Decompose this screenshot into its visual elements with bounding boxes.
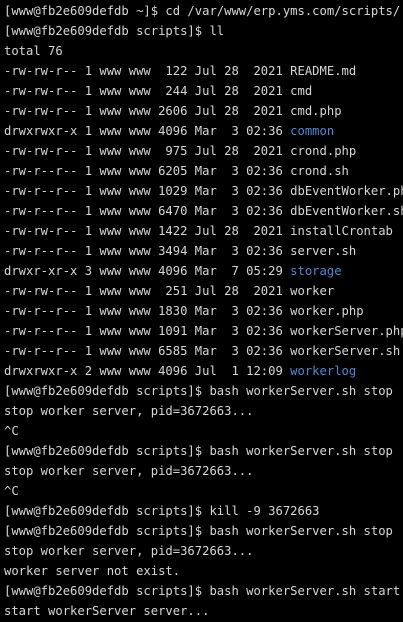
- prompt-text: [www@fb2e609defdb scripts]$ bash workerS…: [4, 584, 401, 598]
- prompt-line: [www@fb2e609defdb scripts]$ bash workerS…: [4, 581, 403, 601]
- directory-name: workerlog: [290, 364, 357, 378]
- output-text: ^C: [4, 484, 19, 498]
- output-text: worker server not exist.: [4, 564, 181, 578]
- file-name: dbEventWorker.php: [290, 184, 403, 198]
- listing-meta: -rw-rw-r-- 1 www www 251 Jul 28 2021: [4, 284, 291, 298]
- prompt-text: [www@fb2e609defdb scripts]$ bash workerS…: [4, 524, 393, 538]
- output-text: total 76: [4, 44, 63, 58]
- prompt-line: [www@fb2e609defdb scripts]$ bash workerS…: [4, 521, 403, 541]
- listing-row: -rw-r--r-- 1 www www 6585 Mar 3 02:36 wo…: [4, 341, 403, 361]
- file-name: cmd.php: [290, 104, 342, 118]
- listing-row: -rw-r--r-- 1 www www 6205 Mar 3 02:36 cr…: [4, 161, 403, 181]
- prompt-text: [www@fb2e609defdb ~]$ cd /var/www/erp.ym…: [4, 4, 401, 18]
- output-line: total 76: [4, 41, 403, 61]
- listing-meta: -rw-rw-r-- 1 www www 2606 Jul 28 2021: [4, 104, 291, 118]
- output-line: stop worker server, pid=3672663...: [4, 401, 403, 421]
- output-line: ^C: [4, 481, 403, 501]
- prompt-line: [www@fb2e609defdb ~]$ cd /var/www/erp.ym…: [4, 1, 403, 21]
- output-text: start workerServer server...: [4, 604, 210, 618]
- listing-row: -rw-rw-r-- 1 www www 244 Jul 28 2021 cmd: [4, 81, 403, 101]
- terminal-output: [www@fb2e609defdb ~]$ cd /var/www/erp.ym…: [4, 1, 403, 621]
- prompt-line: [www@fb2e609defdb scripts]$ bash workerS…: [4, 441, 403, 461]
- listing-meta: drwxrwxr-x 1 www www 4096 Mar 3 02:36: [4, 124, 291, 138]
- output-line: ^C: [4, 421, 403, 441]
- prompt-text: [www@fb2e609defdb scripts]$ bash workerS…: [4, 444, 393, 458]
- listing-meta: drwxrwxr-x 2 www www 4096 Jul 1 12:09: [4, 364, 291, 378]
- listing-meta: -rw-r--r-- 1 www www 6205 Mar 3 02:36: [4, 164, 291, 178]
- listing-row: -rw-r--r-- 1 www www 1029 Mar 3 02:36 db…: [4, 181, 403, 201]
- listing-row: -rw-r--r-- 1 www www 1830 Mar 3 02:36 wo…: [4, 301, 403, 321]
- prompt-line: [www@fb2e609defdb scripts]$ bash workerS…: [4, 381, 403, 401]
- output-line: stop worker server, pid=3672663...: [4, 461, 403, 481]
- file-name: workerServer.php: [290, 324, 403, 338]
- listing-row: -rw-r--r-- 1 www www 3494 Mar 3 02:36 se…: [4, 241, 403, 261]
- prompt-line: [www@fb2e609defdb scripts]$ kill -9 3672…: [4, 501, 403, 521]
- prompt-text: [www@fb2e609defdb scripts]$ bash workerS…: [4, 384, 393, 398]
- output-text: ^C: [4, 424, 19, 438]
- output-line: stop worker server, pid=3672663...: [4, 541, 403, 561]
- listing-row: drwxr-xr-x 3 www www 4096 Mar 7 05:29 st…: [4, 261, 403, 281]
- listing-meta: -rw-rw-r-- 1 www www 1422 Jul 28 2021: [4, 224, 291, 238]
- prompt-text: [www@fb2e609defdb scripts]$ kill -9 3672…: [4, 504, 320, 518]
- listing-row: -rw-r--r-- 1 www www 1091 Mar 3 02:36 wo…: [4, 321, 403, 341]
- listing-meta: drwxr-xr-x 3 www www 4096 Mar 7 05:29: [4, 264, 291, 278]
- output-line: start workerServer server...: [4, 601, 403, 621]
- file-name: workerServer.sh: [290, 344, 401, 358]
- listing-row: -rw-rw-r-- 1 www www 2606 Jul 28 2021 cm…: [4, 101, 403, 121]
- file-name: dbEventWorker.sh: [290, 204, 403, 218]
- listing-row: -rw-r--r-- 1 www www 6470 Mar 3 02:36 db…: [4, 201, 403, 221]
- listing-meta: -rw-r--r-- 1 www www 1830 Mar 3 02:36: [4, 304, 291, 318]
- output-text: stop worker server, pid=3672663...: [4, 404, 254, 418]
- listing-meta: -rw-rw-r-- 1 www www 122 Jul 28 2021: [4, 64, 291, 78]
- file-name: worker.php: [290, 304, 364, 318]
- output-text: stop worker server, pid=3672663...: [4, 464, 254, 478]
- listing-row: drwxrwxr-x 2 www www 4096 Jul 1 12:09 wo…: [4, 361, 403, 381]
- directory-name: storage: [290, 264, 342, 278]
- file-name: installCrontab: [290, 224, 393, 238]
- output-line: worker server not exist.: [4, 561, 403, 581]
- file-name: worker: [290, 284, 335, 298]
- prompt-line: [www@fb2e609defdb scripts]$ ll: [4, 21, 403, 41]
- listing-meta: -rw-r--r-- 1 www www 1029 Mar 3 02:36: [4, 184, 291, 198]
- listing-meta: -rw-r--r-- 1 www www 6470 Mar 3 02:36: [4, 204, 291, 218]
- listing-meta: -rw-rw-r-- 1 www www 244 Jul 28 2021: [4, 84, 291, 98]
- file-name: cmd: [290, 84, 313, 98]
- terminal-window[interactable]: [www@fb2e609defdb ~]$ cd /var/www/erp.ym…: [0, 0, 403, 622]
- listing-row: -rw-rw-r-- 1 www www 122 Jul 28 2021 REA…: [4, 61, 403, 81]
- file-name: crond.php: [290, 144, 357, 158]
- file-name: README.md: [290, 64, 357, 78]
- output-text: stop worker server, pid=3672663...: [4, 544, 254, 558]
- listing-row: drwxrwxr-x 1 www www 4096 Mar 3 02:36 co…: [4, 121, 403, 141]
- listing-meta: -rw-rw-r-- 1 www www 975 Jul 28 2021: [4, 144, 291, 158]
- listing-meta: -rw-r--r-- 1 www www 3494 Mar 3 02:36: [4, 244, 291, 258]
- listing-meta: -rw-r--r-- 1 www www 1091 Mar 3 02:36: [4, 324, 291, 338]
- file-name: server.sh: [290, 244, 357, 258]
- prompt-text: [www@fb2e609defdb scripts]$ ll: [4, 24, 225, 38]
- listing-meta: -rw-r--r-- 1 www www 6585 Mar 3 02:36: [4, 344, 291, 358]
- listing-row: -rw-rw-r-- 1 www www 975 Jul 28 2021 cro…: [4, 141, 403, 161]
- file-name: crond.sh: [290, 164, 349, 178]
- listing-row: -rw-rw-r-- 1 www www 251 Jul 28 2021 wor…: [4, 281, 403, 301]
- listing-row: -rw-rw-r-- 1 www www 1422 Jul 28 2021 in…: [4, 221, 403, 241]
- directory-name: common: [290, 124, 335, 138]
